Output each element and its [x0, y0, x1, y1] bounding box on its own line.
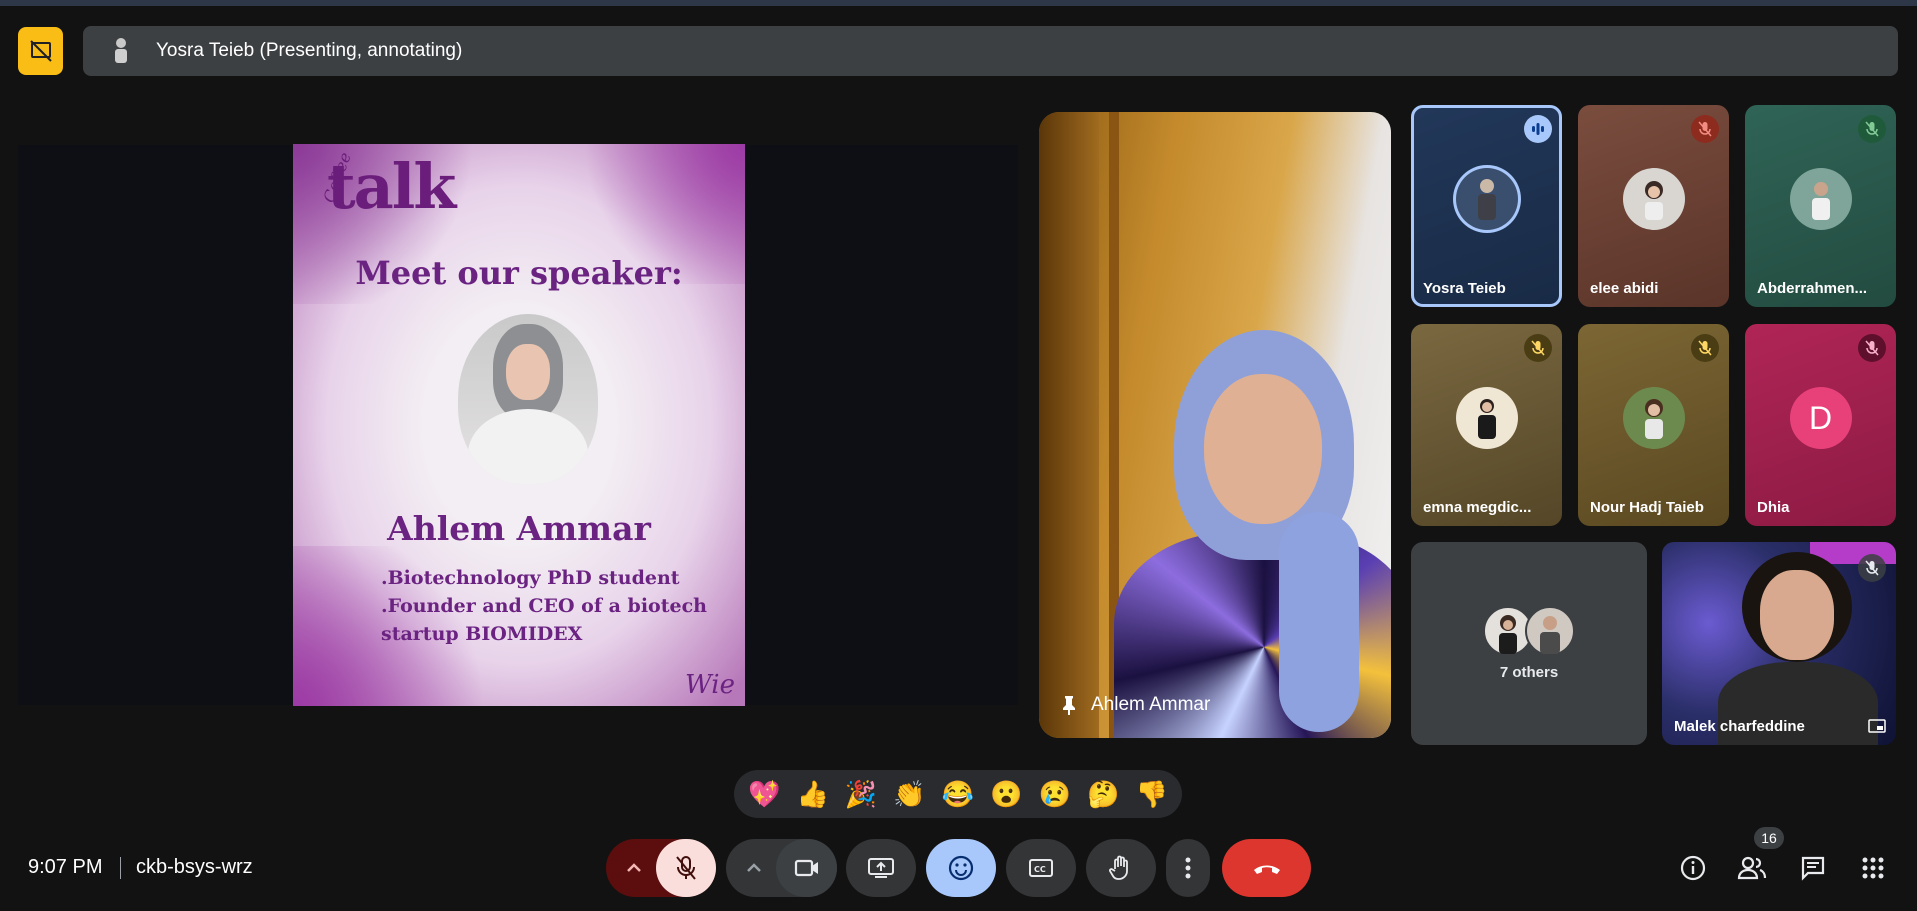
participant-name: elee abidi	[1590, 280, 1659, 297]
chat-button[interactable]	[1797, 852, 1829, 884]
avatar	[1455, 168, 1518, 230]
meeting-details-button[interactable]	[1677, 852, 1709, 884]
reaction-clap[interactable]: 👏	[893, 781, 925, 807]
avatar	[1622, 387, 1685, 449]
pip-icon[interactable]	[1868, 719, 1886, 733]
people-button[interactable]	[1736, 852, 1768, 884]
wie-logo: Wie	[685, 670, 735, 700]
participant-name: emna megdic...	[1423, 499, 1532, 516]
participant-name: Yosra Teieb	[1423, 280, 1506, 297]
reaction-sad[interactable]: 😢	[1039, 781, 1071, 807]
presenter-avatar	[115, 38, 127, 63]
presenter-label: Yosra Teieb (Presenting, annotating)	[156, 40, 463, 61]
info-icon	[1680, 855, 1706, 881]
speaking-icon	[1524, 115, 1552, 143]
pinned-participant-label: Ahlem Ammar	[1061, 694, 1210, 716]
pinned-video-tile[interactable]: Ahlem Ammar	[1039, 112, 1391, 738]
raise-hand-button[interactable]	[1086, 839, 1156, 897]
hand-icon	[1109, 855, 1128, 880]
chevron-up-icon	[627, 863, 641, 872]
mic-off-icon	[1858, 334, 1886, 362]
poster-line-2: .Founder and CEO of a biotech	[381, 595, 707, 617]
mic-toggle-button[interactable]	[656, 839, 716, 897]
poster-heading: Meet our speaker:	[355, 254, 683, 292]
participant-tile-abderrahmen[interactable]: Abderrahmen...	[1745, 105, 1896, 307]
captions-icon: CC	[1029, 859, 1053, 877]
mic-off-icon	[676, 856, 696, 880]
present-icon	[868, 858, 894, 878]
mic-off-icon	[1691, 334, 1719, 362]
avatar	[1622, 168, 1685, 230]
reactions-bar: 💖 👍 🎉 👏 😂 😮 😢 🤔 👎	[734, 770, 1182, 818]
others-tile[interactable]: 7 others	[1411, 542, 1647, 745]
chat-icon	[1801, 856, 1825, 881]
pinned-participant-name: Ahlem Ammar	[1091, 694, 1211, 715]
avatar-initial: D	[1789, 387, 1852, 449]
reaction-heart[interactable]: 💖	[748, 781, 780, 807]
poster-line-3: startup BIOMIDEX	[381, 623, 583, 645]
chevron-up-icon	[747, 863, 761, 872]
participant-name: Malek charfeddine	[1674, 718, 1805, 735]
speaker-photo	[458, 314, 598, 484]
participant-tile-emna[interactable]: emna megdic...	[1411, 324, 1562, 526]
mic-off-icon	[1691, 115, 1719, 143]
participant-name: Abderrahmen...	[1757, 280, 1868, 297]
participant-tile-nour[interactable]: Nour Hadj Taieb	[1578, 324, 1729, 526]
camera-icon	[794, 859, 818, 877]
present-off-icon	[29, 40, 52, 62]
apps-grid-icon	[1862, 857, 1884, 879]
audio-options-button[interactable]	[606, 839, 662, 897]
participant-tile-dhia[interactable]: D Dhia	[1745, 324, 1896, 526]
camera-toggle-button[interactable]	[776, 839, 837, 897]
avatar	[1789, 168, 1852, 230]
participant-name: Dhia	[1757, 499, 1790, 516]
more-vert-icon	[1185, 857, 1191, 879]
video-options-button[interactable]	[726, 839, 782, 897]
divider	[120, 857, 121, 879]
avatar	[1525, 606, 1575, 656]
activities-button[interactable]	[1857, 852, 1889, 884]
reaction-surprised[interactable]: 😮	[990, 781, 1022, 807]
speaker-name: Ahlem Ammar	[387, 509, 651, 548]
leave-call-button[interactable]	[1222, 839, 1311, 897]
people-count-badge: 16	[1754, 827, 1784, 849]
mic-off-icon	[1858, 115, 1886, 143]
poster-line-1: .Biotechnology PhD student	[381, 567, 680, 589]
reaction-thumbs-up[interactable]: 👍	[796, 781, 828, 807]
mic-off-icon	[1858, 554, 1886, 582]
stop-presenting-button[interactable]	[18, 27, 63, 75]
others-label: 7 others	[1499, 664, 1559, 681]
more-options-button[interactable]	[1166, 839, 1210, 897]
reactions-button[interactable]	[926, 839, 996, 897]
pin-icon	[1063, 696, 1075, 715]
mic-off-icon	[1524, 334, 1552, 362]
reaction-laugh[interactable]: 😂	[942, 781, 974, 807]
poster-logo: talk	[327, 150, 456, 223]
meeting-code: ckb-bsys-wrz	[136, 856, 253, 878]
avatar	[1455, 387, 1518, 449]
meeting-time: 9:07 PM	[28, 856, 103, 878]
participant-tile-elee[interactable]: elee abidi	[1578, 105, 1729, 307]
svg-text:CC: CC	[1034, 865, 1046, 874]
reaction-party[interactable]: 🎉	[845, 781, 877, 807]
participant-name: Nour Hadj Taieb	[1590, 499, 1704, 516]
presentation-slide: Coffee talk Meet our speaker: Ahlem Amma…	[293, 144, 745, 706]
captions-button[interactable]: CC	[1006, 839, 1076, 897]
emoji-icon	[948, 855, 974, 881]
reaction-thumbs-down[interactable]: 👎	[1136, 781, 1168, 807]
end-call-icon	[1253, 865, 1280, 874]
people-icon	[1737, 856, 1767, 880]
present-screen-button[interactable]	[846, 839, 916, 897]
presenter-bar[interactable]: Yosra Teieb (Presenting, annotating)	[83, 26, 1898, 76]
reaction-thinking[interactable]: 🤔	[1087, 781, 1119, 807]
top-strip	[0, 0, 1917, 6]
participant-tile-yosra[interactable]: Yosra Teieb	[1411, 105, 1562, 307]
participant-tile-malek[interactable]: Malek charfeddine	[1662, 542, 1896, 745]
